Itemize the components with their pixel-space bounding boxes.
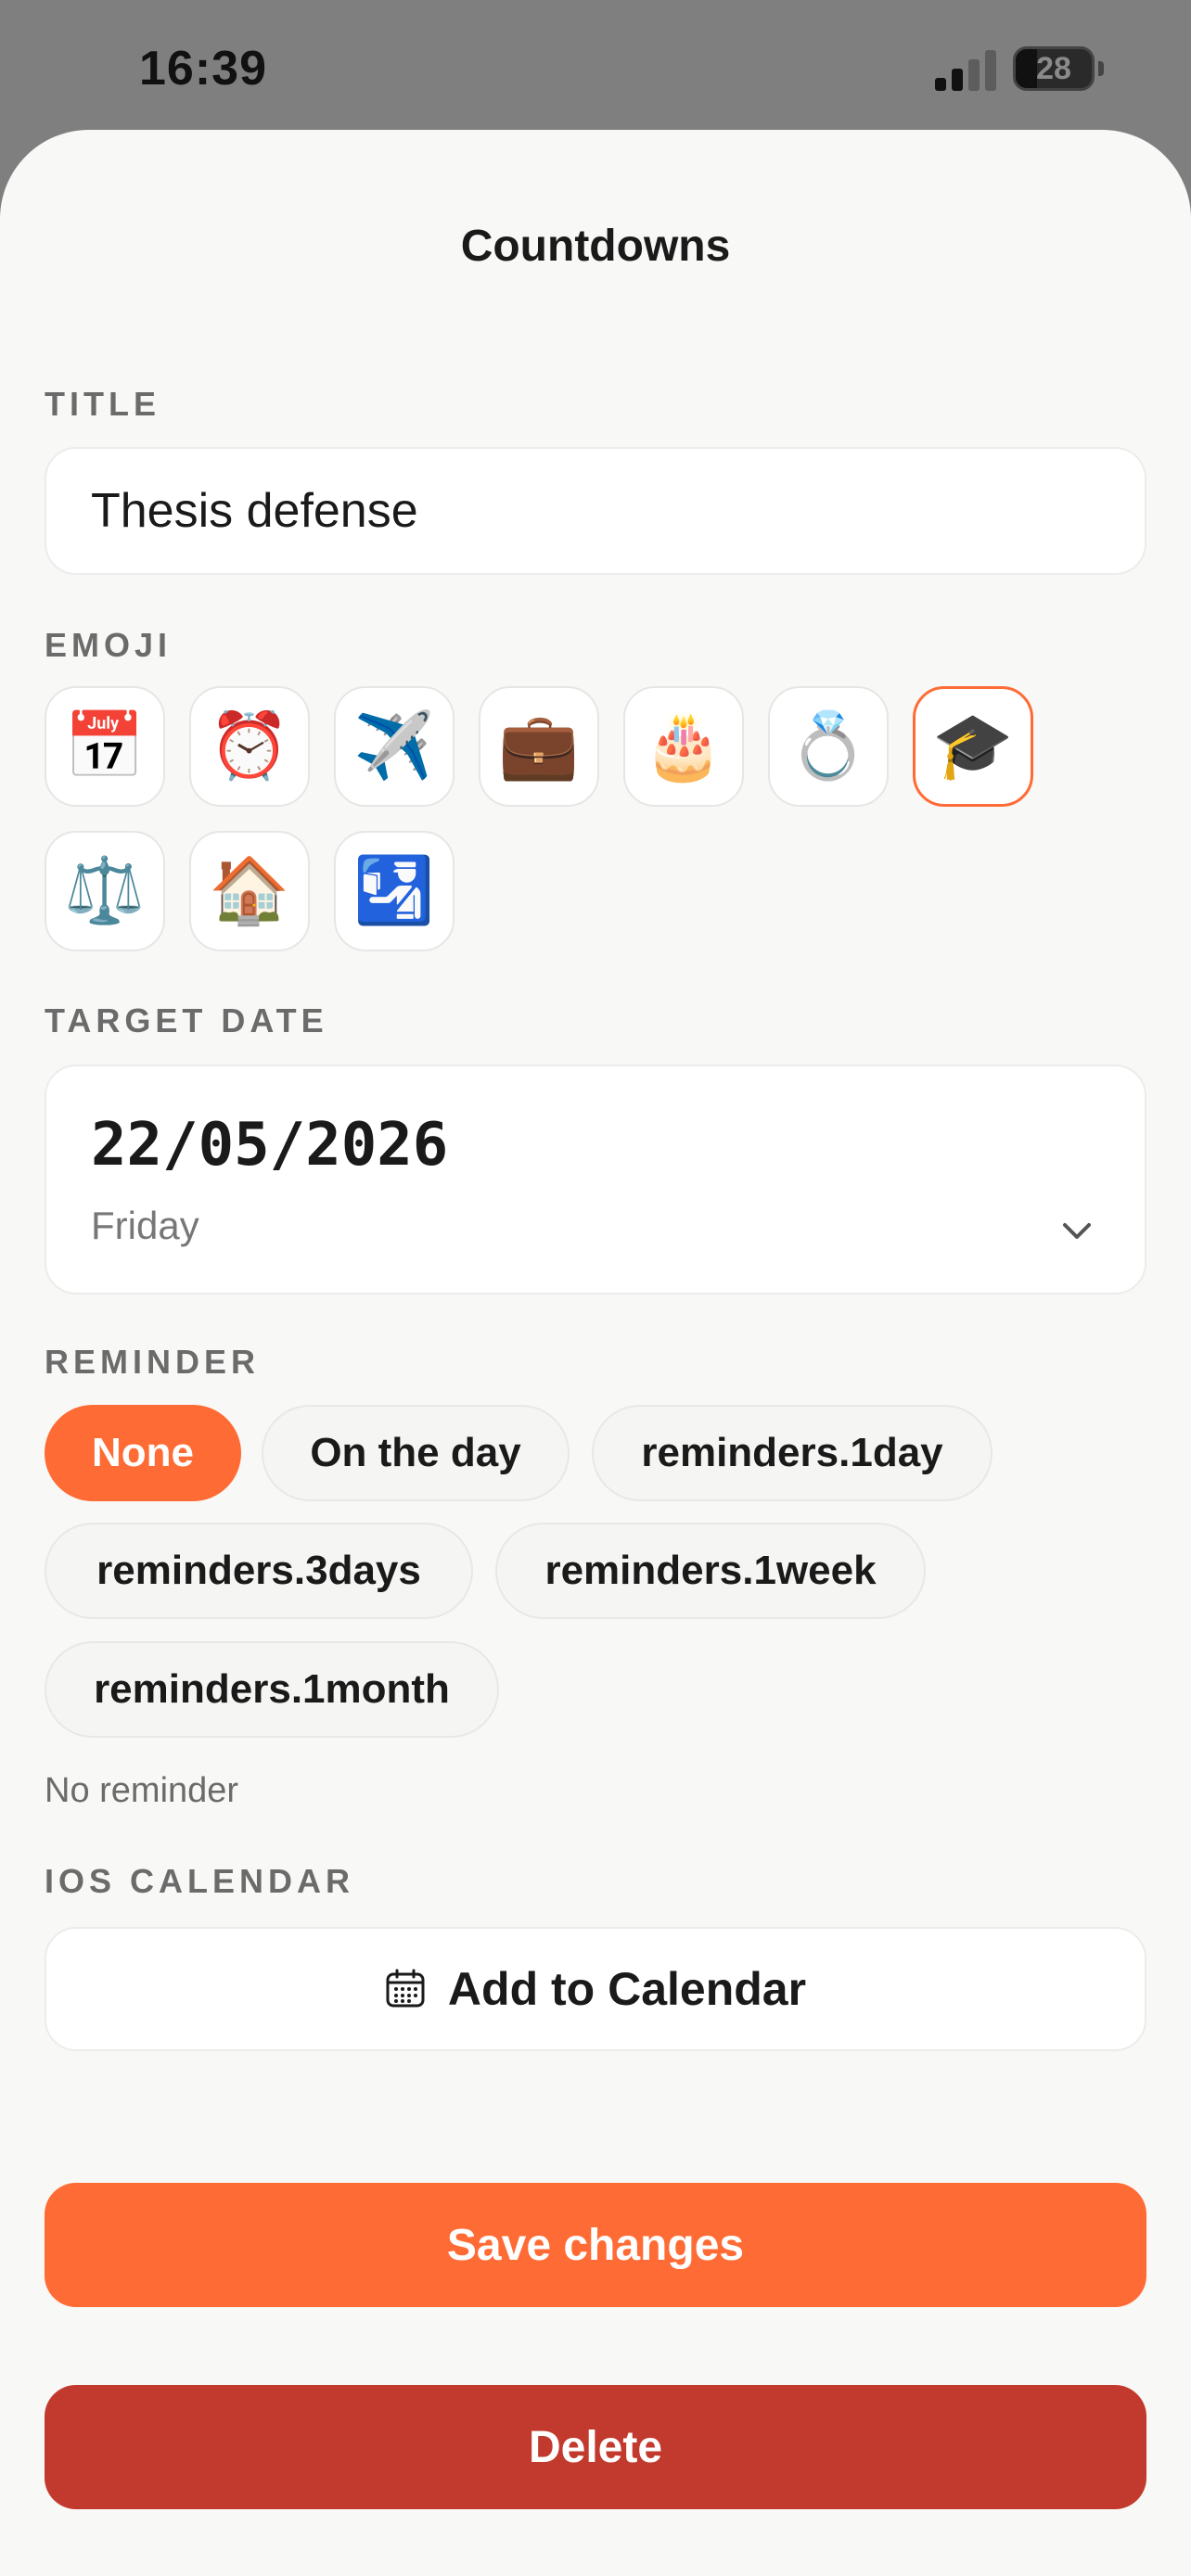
- battery-nub: [1098, 61, 1104, 76]
- emoji-option-ring[interactable]: 💍: [768, 686, 889, 807]
- edit-countdown-sheet: Countdowns TITLE EMOJI 📅 ⏰ ✈️ 💼 🎂 💍 🎓 ⚖️…: [0, 130, 1191, 2576]
- date-value: 22/05/2026: [91, 1111, 449, 1180]
- add-to-calendar-button[interactable]: Add to Calendar: [45, 1927, 1146, 2051]
- emoji-option-passport-control[interactable]: 🛂: [334, 831, 455, 951]
- reminder-option-1day[interactable]: reminders.1day: [592, 1405, 992, 1501]
- chevron-down-icon: [1063, 1223, 1091, 1239]
- status-bar: 16:39 28: [0, 0, 1191, 139]
- reminder-option-on-the-day[interactable]: On the day: [262, 1405, 570, 1501]
- reminder-section-label: REMINDER: [45, 1343, 261, 1381]
- target-date-section-label: TARGET DATE: [45, 1001, 328, 1039]
- battery-level: 28: [1036, 50, 1071, 86]
- date-weekday: Friday: [91, 1204, 199, 1247]
- add-to-calendar-label: Add to Calendar: [447, 1963, 807, 2015]
- emoji-option-balance-scale[interactable]: ⚖️: [45, 831, 165, 951]
- title-input[interactable]: [45, 447, 1146, 575]
- emoji-option-alarm-clock[interactable]: ⏰: [189, 686, 310, 807]
- save-changes-button[interactable]: Save changes: [45, 2183, 1146, 2307]
- status-time: 16:39: [139, 42, 267, 96]
- page-title: Countdowns: [460, 222, 731, 271]
- reminder-option-1week[interactable]: reminders.1week: [495, 1523, 926, 1619]
- date-picker-field[interactable]: 22/05/2026 Friday: [45, 1065, 1146, 1294]
- emoji-option-calendar[interactable]: 📅: [45, 686, 165, 807]
- reminder-helper-text: No reminder: [45, 1771, 239, 1810]
- delete-button[interactable]: Delete: [45, 2385, 1146, 2509]
- emoji-option-airplane[interactable]: ✈️: [334, 686, 455, 807]
- emoji-section-label: EMOJI: [45, 626, 173, 664]
- reminder-option-none[interactable]: None: [45, 1405, 241, 1501]
- battery-icon: 28: [1013, 46, 1095, 91]
- ios-calendar-section-label: IOS CALENDAR: [45, 1862, 355, 1900]
- reminder-option-3days[interactable]: reminders.3days: [45, 1523, 473, 1619]
- cellular-signal-icon: [935, 50, 996, 91]
- title-section-label: TITLE: [45, 385, 160, 423]
- emoji-option-graduation-cap[interactable]: 🎓: [913, 686, 1033, 807]
- reminder-option-1month[interactable]: reminders.1month: [45, 1641, 499, 1738]
- calendar-icon: [386, 1969, 425, 2008]
- emoji-option-briefcase[interactable]: 💼: [479, 686, 599, 807]
- emoji-option-birthday-cake[interactable]: 🎂: [623, 686, 744, 807]
- emoji-option-house[interactable]: 🏠: [189, 831, 310, 951]
